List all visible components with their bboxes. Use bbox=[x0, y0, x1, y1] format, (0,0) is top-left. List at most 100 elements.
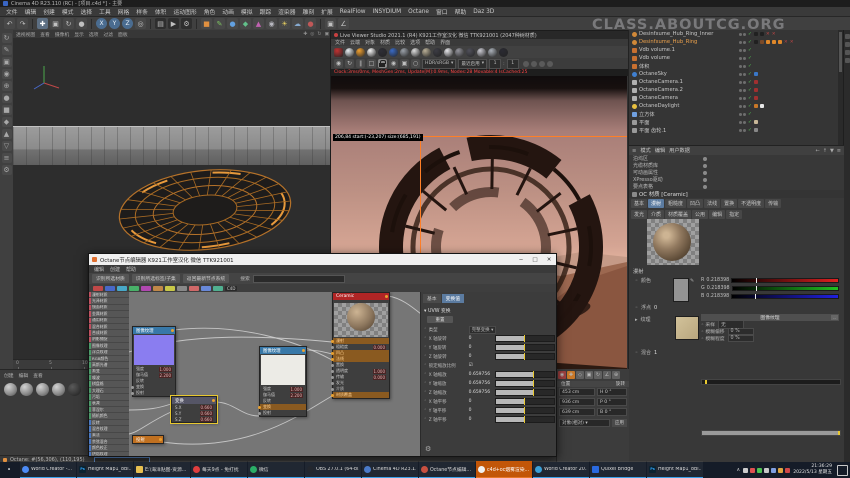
lv-kernel-icon-9[interactable] bbox=[433, 48, 442, 57]
left-tool-icon-8[interactable]: ▲ bbox=[2, 129, 12, 139]
node-list-item[interactable]: 混合材质 bbox=[89, 324, 129, 329]
node-变换[interactable]: 变换S.X0.660S.Y0.660S.Z0.660 bbox=[171, 396, 217, 423]
node-input-port[interactable] bbox=[131, 386, 134, 389]
node-editor-menu-item[interactable]: 创建 bbox=[110, 266, 120, 273]
viewport-menu-item[interactable]: 面板 bbox=[118, 31, 128, 38]
last-tool-icon[interactable]: ● bbox=[76, 18, 87, 29]
object-row[interactable]: Vdb volume.1✓ bbox=[629, 46, 839, 54]
node-list-item[interactable]: 阴影捕捉 bbox=[89, 337, 129, 342]
tray-icon-6[interactable] bbox=[785, 468, 790, 473]
object-tag-icon[interactable] bbox=[754, 104, 758, 108]
node-图像纹理[interactable]: 图像纹理强度1.000伽马值2.200反转变换投射 bbox=[259, 346, 307, 417]
object-row[interactable]: OctaneCamera.1✓ bbox=[629, 78, 839, 86]
enabled-check-icon[interactable]: ✓ bbox=[748, 96, 752, 101]
node-header[interactable]: 投射 bbox=[133, 436, 163, 443]
rotate-tool-icon[interactable]: ↻ bbox=[63, 18, 74, 29]
rgb-value[interactable]: 0.218398 bbox=[707, 286, 730, 291]
tray-icon-4[interactable] bbox=[771, 468, 776, 473]
node-attr-slider[interactable] bbox=[495, 353, 555, 360]
object-tag-icon[interactable] bbox=[754, 120, 758, 124]
node-input-port[interactable] bbox=[331, 370, 334, 373]
record-dot-icon[interactable] bbox=[703, 164, 707, 168]
power-icon[interactable]: ◉ bbox=[334, 59, 343, 68]
maximize-icon[interactable]: □ bbox=[528, 254, 542, 265]
coordinate-mode-dropdown[interactable]: 对象(相对) ▾ bbox=[559, 419, 610, 427]
add-sphere-icon[interactable]: ● bbox=[227, 18, 238, 29]
enabled-check-icon[interactable]: ✓ bbox=[748, 112, 752, 117]
channel-tab-置换[interactable]: 置换 bbox=[721, 199, 737, 208]
lv-kernel-icon-5[interactable] bbox=[389, 48, 398, 57]
channel-tab-基本[interactable]: 基本 bbox=[631, 199, 647, 208]
node-attr-slider[interactable] bbox=[495, 389, 555, 396]
enabled-check-icon[interactable]: ✓ bbox=[748, 104, 752, 109]
undo-icon[interactable]: ↶ bbox=[4, 18, 15, 29]
menubar-item[interactable]: 动画 bbox=[222, 7, 234, 16]
material-sphere[interactable] bbox=[68, 383, 81, 396]
enabled-check-icon[interactable]: ✓ bbox=[748, 128, 752, 133]
viewport-menu-item[interactable]: 摄像机 bbox=[55, 31, 69, 38]
menubar-item[interactable]: 跟踪 bbox=[260, 7, 272, 16]
coordinate-icon-0[interactable]: ◉ bbox=[558, 371, 566, 379]
channel-tab-材质覆盖[interactable]: 材质覆盖 bbox=[665, 210, 691, 219]
left-tool-icon-0[interactable]: ↻ bbox=[2, 33, 12, 43]
node-output-port[interactable] bbox=[159, 438, 162, 441]
rotation-value[interactable]: B 0 ° bbox=[597, 408, 627, 416]
taskbar-item[interactable]: PsHeight Map1_8Bi... bbox=[77, 461, 133, 478]
node-input-value[interactable]: 0.660 bbox=[200, 405, 213, 410]
object-tag-icon[interactable] bbox=[772, 40, 776, 44]
texture-property-value[interactable]: 0 % bbox=[728, 328, 754, 335]
record-dot-icon[interactable] bbox=[703, 178, 707, 182]
node-input-port[interactable] bbox=[331, 346, 334, 349]
object-row[interactable]: OctaneCamera✓ bbox=[629, 94, 839, 102]
node-attr-value[interactable]: 0 bbox=[469, 354, 493, 359]
node-list-item[interactable]: 通用材质 bbox=[89, 318, 129, 323]
lv-kernel-icon-14[interactable] bbox=[488, 48, 497, 57]
node-editor-button[interactable]: 返回最新节点系统 bbox=[183, 274, 229, 283]
texture-shader-button[interactable]: 图像纹理.. bbox=[701, 314, 839, 321]
object-row[interactable]: 体积✓ bbox=[629, 62, 839, 70]
texture-thumbnail[interactable] bbox=[675, 316, 699, 340]
light-icon[interactable]: ☀ bbox=[279, 18, 290, 29]
object-row[interactable]: Vdb volume✓ bbox=[629, 54, 839, 62]
checkbox-checked-icon[interactable]: ☑ bbox=[469, 363, 473, 368]
object-row[interactable]: 平面 齿轮.1✓ bbox=[629, 126, 839, 134]
picture-icon[interactable]: ▣ bbox=[400, 59, 409, 68]
enabled-check-icon[interactable]: ✓ bbox=[748, 56, 752, 61]
visibility-dots[interactable] bbox=[739, 105, 746, 108]
zoom-icon[interactable]: ◎ bbox=[310, 32, 314, 37]
node-input-port[interactable] bbox=[331, 364, 334, 367]
object-tag-icon[interactable] bbox=[760, 104, 764, 108]
position-value[interactable]: 936 cm bbox=[559, 398, 595, 406]
left-tool-icon-4[interactable]: ⊕ bbox=[2, 81, 12, 91]
node-attr-slider[interactable] bbox=[495, 371, 555, 378]
node-attr-value[interactable]: 0 bbox=[469, 336, 493, 341]
node-list-item[interactable]: 随机颜色 bbox=[89, 413, 129, 418]
node-category-chip-5[interactable] bbox=[153, 286, 163, 291]
node-list-item[interactable]: RGB颜色 bbox=[89, 356, 129, 361]
viewport-menu-item[interactable]: 查看 bbox=[40, 31, 50, 38]
live-viewer-menu-item[interactable]: 云端 bbox=[350, 39, 360, 46]
node-category-chip-7[interactable] bbox=[177, 286, 187, 291]
object-row[interactable]: 平面✓ bbox=[629, 118, 839, 126]
position-value[interactable]: 639 cm bbox=[559, 408, 595, 416]
node-list-item[interactable]: 衰减 bbox=[89, 401, 129, 406]
pinned-attribute-row[interactable]: 要点表格 bbox=[629, 183, 844, 190]
node-input-value[interactable]: 0.660 bbox=[200, 411, 213, 416]
node-output-port[interactable] bbox=[302, 349, 305, 352]
taskbar-item[interactable]: OBS 27.0.1 (64-bi... bbox=[305, 461, 361, 478]
subframe-start-field[interactable]: 1 bbox=[489, 59, 501, 69]
node-input-value[interactable]: 1.000 bbox=[290, 387, 303, 392]
pinned-attribute-row[interactable]: 泊坞区 bbox=[629, 155, 844, 162]
c4d-chip[interactable]: C4D bbox=[225, 286, 237, 291]
visibility-dots[interactable] bbox=[739, 129, 746, 132]
menubar-item[interactable]: 模拟 bbox=[241, 7, 253, 16]
coordinate-icon-2[interactable]: ◇ bbox=[576, 371, 584, 379]
node-input-port[interactable] bbox=[331, 358, 334, 361]
lv-kernel-icon-6[interactable] bbox=[400, 48, 409, 57]
coordinate-icon-4[interactable]: ↻ bbox=[594, 371, 602, 379]
render-picture-viewer-icon[interactable]: ▶ bbox=[168, 18, 179, 29]
tray-icon-1[interactable] bbox=[750, 468, 755, 473]
menubar-item[interactable]: 体积 bbox=[155, 7, 167, 16]
back-icon[interactable]: ← bbox=[816, 148, 820, 154]
uvw-section[interactable]: ▾ UVW 变换 bbox=[421, 305, 556, 315]
